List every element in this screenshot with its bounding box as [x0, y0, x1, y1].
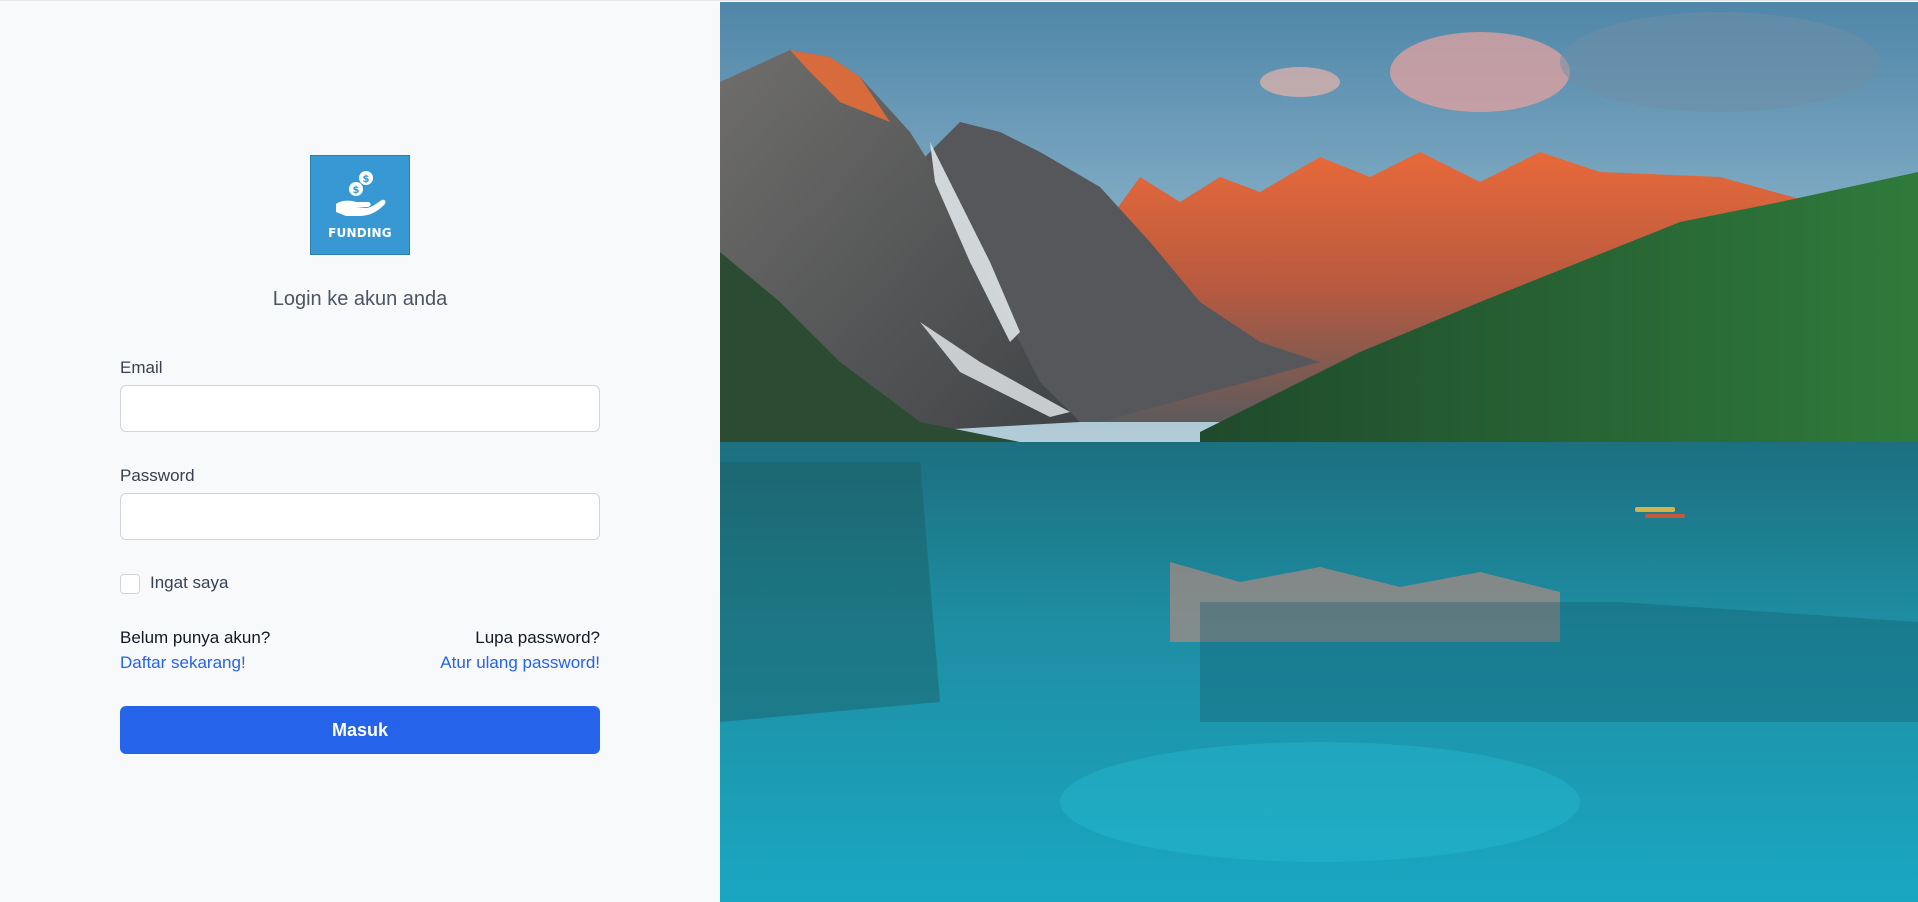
password-field[interactable] [120, 493, 600, 540]
password-label: Password [120, 466, 195, 485]
svg-text:$: $ [353, 185, 360, 196]
email-label: Email [120, 358, 163, 377]
email-field[interactable] [120, 385, 600, 432]
page-title: Login ke akun anda [272, 288, 448, 310]
hand-holding-coins-icon: $ $ [336, 171, 386, 216]
remember-label[interactable]: Ingat saya [150, 573, 228, 593]
register-link[interactable]: Daftar sekarang! [120, 653, 246, 673]
logo-text: FUNDING [328, 226, 392, 240]
remember-checkbox[interactable] [120, 574, 140, 594]
login-button[interactable]: Masuk [120, 706, 600, 754]
no-account-text: Belum punya akun? [120, 628, 271, 647]
reset-password-link[interactable]: Atur ulang password! [440, 653, 600, 673]
forgot-password-text: Lupa password? [475, 628, 600, 647]
funding-logo: $ $ FUNDING [310, 155, 410, 255]
mountain-lake-image [720, 2, 1918, 902]
svg-text:$: $ [363, 174, 370, 185]
login-panel: $ $ FUNDING Login ke akun anda Email Pas… [0, 2, 720, 902]
hero-image [720, 2, 1918, 902]
